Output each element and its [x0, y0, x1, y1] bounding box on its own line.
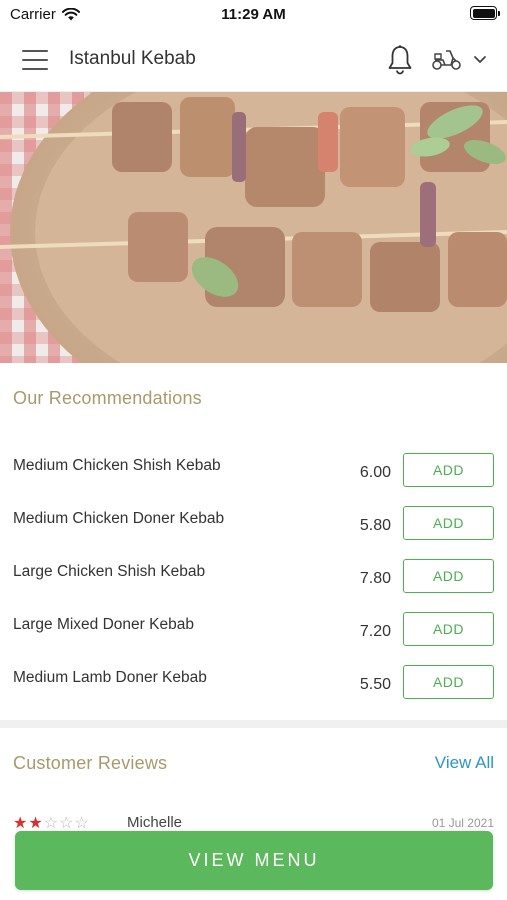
reviews-title: Customer Reviews: [13, 753, 168, 773]
hero-food-image: [0, 92, 507, 363]
item-price: 6.00: [359, 464, 391, 481]
item-name: Large Chicken Shish Kebab: [13, 563, 206, 580]
add-button[interactable]: ADD: [403, 506, 494, 540]
star-rating: ★★☆☆☆: [13, 815, 90, 832]
menu-icon[interactable]: [22, 50, 48, 70]
recommendation-item: Medium Chicken Doner Kebab 5.80 ADD: [0, 506, 507, 542]
review-date: 01 Jul 2021: [431, 816, 494, 830]
item-price: 7.20: [359, 623, 391, 640]
item-name: Medium Lamb Doner Kebab: [13, 669, 207, 686]
item-name: Large Mixed Doner Kebab: [13, 616, 194, 633]
item-price: 5.80: [359, 517, 391, 534]
add-button[interactable]: ADD: [403, 453, 494, 487]
review-item: ★★☆☆☆ Michelle 01 Jul 2021: [0, 812, 507, 832]
item-name: Medium Chicken Doner Kebab: [13, 510, 225, 527]
recommendation-item: Large Chicken Shish Kebab 7.80 ADD: [0, 559, 507, 595]
item-price: 5.50: [359, 676, 391, 693]
add-button[interactable]: ADD: [403, 559, 494, 593]
recommendations-title: Our Recommendations: [13, 388, 202, 408]
section-divider: [0, 720, 507, 728]
recommendation-item: Large Mixed Doner Kebab 7.20 ADD: [0, 612, 507, 648]
item-price: 7.80: [359, 570, 391, 587]
status-bar: Carrier 11:29 AM: [0, 0, 507, 28]
recommendation-item: Medium Lamb Doner Kebab 5.50 ADD: [0, 665, 507, 701]
view-all-link[interactable]: View All: [435, 753, 494, 773]
view-menu-button[interactable]: VIEW MENU: [15, 831, 493, 890]
status-time: 11:29 AM: [221, 6, 286, 23]
add-button[interactable]: ADD: [403, 612, 494, 646]
item-name: Medium Chicken Shish Kebab: [13, 457, 221, 474]
reviewer-name: Michelle: [127, 814, 183, 831]
app-header: Istanbul Kebab: [0, 28, 507, 92]
restaurant-title: Istanbul Kebab: [69, 48, 196, 69]
add-button[interactable]: ADD: [403, 665, 494, 699]
scooter-icon[interactable]: [431, 46, 463, 72]
recommendation-item: Medium Chicken Shish Kebab 6.00 ADD: [0, 453, 507, 489]
bell-icon[interactable]: [386, 44, 414, 76]
battery-icon: [470, 6, 500, 20]
chevron-down-icon[interactable]: [472, 52, 488, 66]
kebab-photo: [0, 92, 507, 363]
